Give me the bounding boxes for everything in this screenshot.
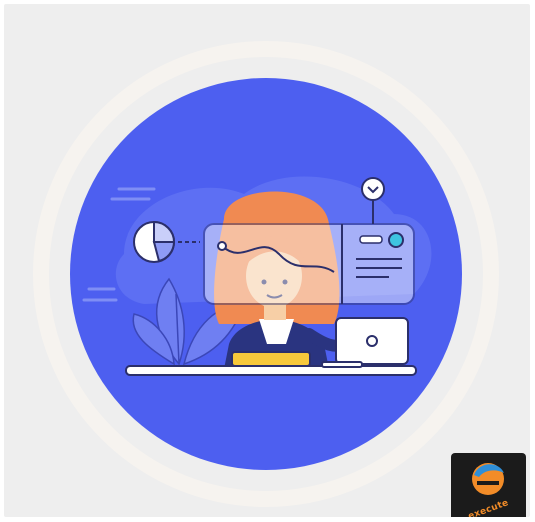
brand-logo-badge: execute [451,453,526,517]
desk [125,365,417,376]
illustration-canvas [33,41,499,507]
chevron-down-icon [361,177,385,201]
keyboard [231,351,311,367]
illustration-frame: execute [4,4,530,517]
